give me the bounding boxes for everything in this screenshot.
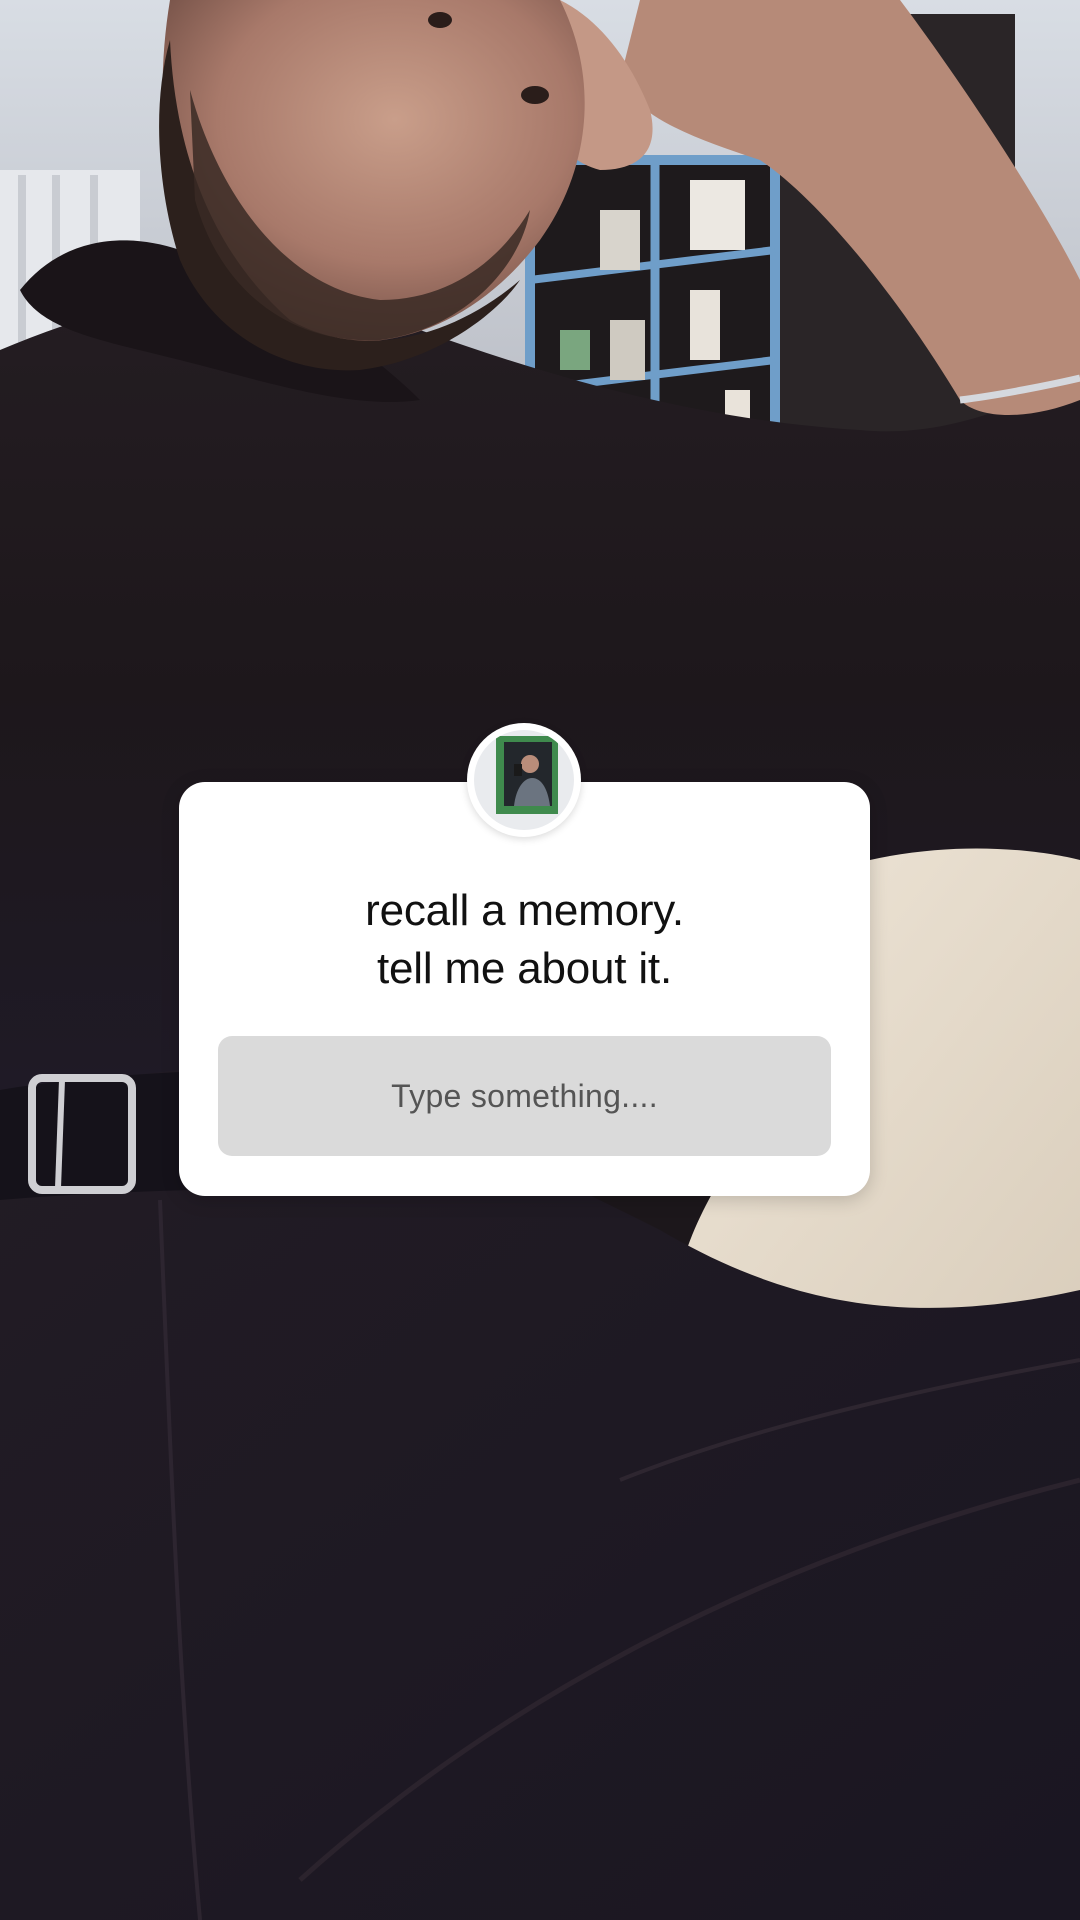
- sticker-question-line-2: tell me about it.: [377, 944, 672, 993]
- sticker-avatar: [467, 723, 581, 837]
- story-screen: recall a memory. tell me about it. Type …: [0, 0, 1080, 1920]
- sticker-answer-input[interactable]: Type something....: [218, 1036, 831, 1156]
- question-sticker: recall a memory. tell me about it. Type …: [179, 782, 870, 1196]
- sticker-question-line-1: recall a memory.: [365, 886, 684, 935]
- sticker-question: recall a memory. tell me about it.: [179, 882, 870, 998]
- sticker-input-placeholder: Type something....: [391, 1077, 658, 1114]
- avatar-icon: [474, 730, 574, 830]
